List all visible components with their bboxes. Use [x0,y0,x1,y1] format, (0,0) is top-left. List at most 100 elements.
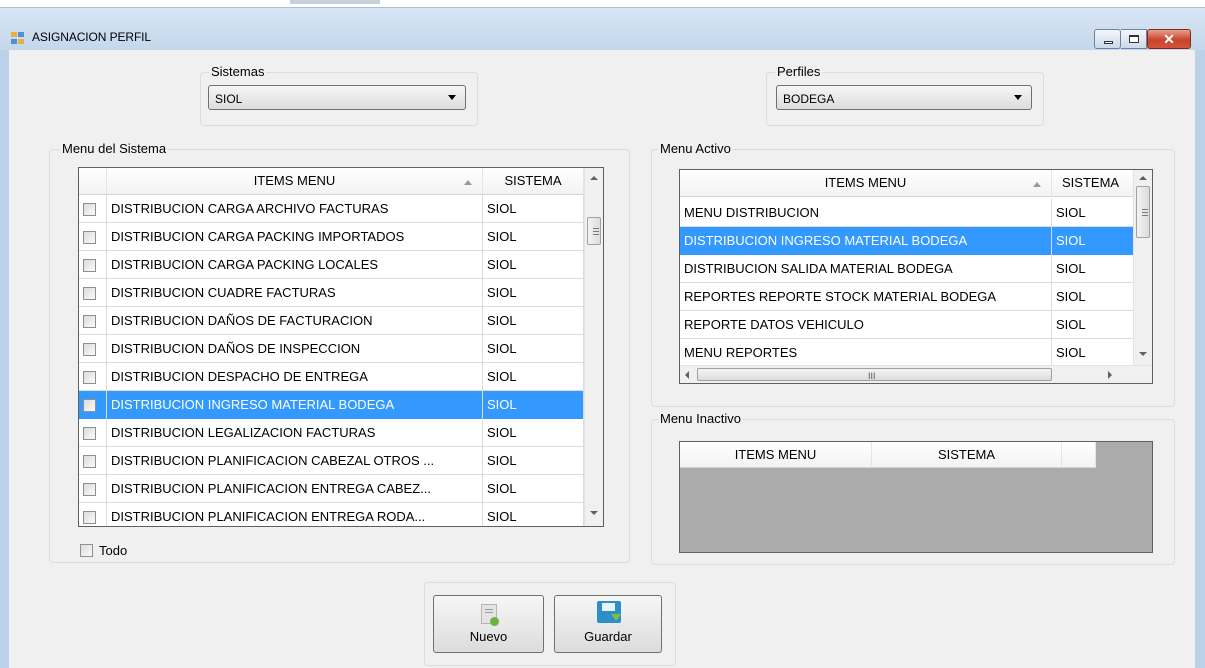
cell-sistema[interactable]: SIOL [483,419,584,447]
column-header-items-menu[interactable]: ITEMS MENU [680,170,1052,197]
row-checkbox[interactable] [83,315,96,328]
row-checkbox-cell[interactable] [79,363,107,391]
row-checkbox[interactable] [83,483,96,496]
scroll-down-icon[interactable] [1139,352,1147,356]
table-row[interactable]: DISTRIBUCION CARGA PACKING IMPORTADOS SIO… [79,223,584,251]
column-header-items-menu[interactable]: ITEMS MENU [107,168,483,195]
column-header-sistema[interactable]: SISTEMA [1052,170,1136,197]
cell-items-menu[interactable]: DISTRIBUCION DAÑOS DE FACTURACION [107,307,483,335]
close-button[interactable]: ✕ [1147,29,1191,49]
todo-label[interactable]: Todo [99,543,127,558]
row-checkbox[interactable] [83,343,96,356]
scroll-down-icon[interactable] [590,511,598,515]
cell-items-menu[interactable]: DISTRIBUCION PLANIFICACION CABEZAL OTROS… [107,447,483,475]
cell-sistema[interactable]: SIOL [483,503,584,526]
row-checkbox-cell[interactable] [79,447,107,475]
cell-sistema[interactable]: SIOL [483,391,584,419]
table-row[interactable]: DISTRIBUCION CARGA PACKING LOCALES SIOL [79,251,584,279]
cell-sistema[interactable]: SIOL [1052,227,1136,255]
row-checkbox-cell[interactable] [79,335,107,363]
cell-sistema[interactable]: SIOL [1052,199,1136,227]
cell-sistema[interactable]: SIOL [483,475,584,503]
menu-activo-grid[interactable]: ITEMS MENU SISTEMA MENU DISTRIBUCION SIOL… [679,169,1153,384]
table-row[interactable]: DISTRIBUCION DAÑOS DE FACTURACION SIOL [79,307,584,335]
row-checkbox-cell[interactable] [79,391,107,419]
cell-items-menu[interactable]: DISTRIBUCION CARGA PACKING LOCALES [107,251,483,279]
cell-sistema[interactable]: SIOL [483,363,584,391]
scroll-up-icon[interactable] [1139,176,1147,180]
cell-items-menu[interactable]: REPORTE DATOS VEHICULO [680,311,1052,339]
nuevo-button[interactable]: Nuevo [433,595,544,653]
cell-items-menu[interactable]: REPORTES REPORTE STOCK MATERIAL BODEGA [680,283,1052,311]
table-row[interactable]: DISTRIBUCION PLANIFICACION CABEZAL OTROS… [79,447,584,475]
cell-items-menu[interactable]: MENU DISTRIBUCION [680,199,1052,227]
maximize-button[interactable] [1121,29,1147,49]
sistemas-combo[interactable]: SIOL [208,85,466,110]
horizontal-scrollbar[interactable]: III [680,365,1152,383]
row-checkbox-cell[interactable] [79,419,107,447]
table-row[interactable]: DISTRIBUCION CUADRE FACTURAS SIOL [79,279,584,307]
table-row[interactable]: DISTRIBUCION CARGA ARCHIVO FACTURAS SIOL [79,195,584,223]
cell-sistema[interactable]: SIOL [483,307,584,335]
column-header-items-menu[interactable]: ITEMS MENU [680,442,872,468]
cell-sistema[interactable]: SIOL [1052,339,1136,367]
guardar-button[interactable]: Guardar [554,595,662,653]
menu-inactivo-grid[interactable]: ITEMS MENU SISTEMA [679,441,1153,553]
row-checkbox-cell[interactable] [79,223,107,251]
cell-sistema[interactable]: SIOL [1052,311,1136,339]
table-row[interactable]: REPORTES REPORTE STOCK MATERIAL BODEGA SI… [680,283,1136,311]
row-checkbox[interactable] [83,287,96,300]
table-row[interactable]: DISTRIBUCION DAÑOS DE INSPECCION SIOL [79,335,584,363]
cell-items-menu[interactable]: DISTRIBUCION PLANIFICACION ENTREGA CABEZ… [107,475,483,503]
column-header-sistema[interactable]: SISTEMA [483,168,584,195]
cell-sistema[interactable]: SIOL [483,195,584,223]
scroll-thumb[interactable] [587,217,601,245]
table-row[interactable]: DISTRIBUCION INGRESO MATERIAL BODEGA SIOL [79,391,584,419]
row-checkbox-cell[interactable] [79,503,107,526]
cell-sistema[interactable]: SIOL [483,279,584,307]
table-row[interactable]: REPORTE DATOS VEHICULO SIOL [680,311,1136,339]
menu-sistema-grid[interactable]: ITEMS MENU SISTEMA DISTRIBUCION CARGA AR… [78,167,604,527]
cell-sistema[interactable]: SIOL [483,223,584,251]
perfiles-combo[interactable]: BODEGA [776,85,1032,110]
row-checkbox[interactable] [83,427,96,440]
table-row[interactable]: DISTRIBUCION LEGALIZACION FACTURAS SIOL [79,419,584,447]
table-row[interactable]: MENU DISTRIBUCION SIOL [680,199,1136,227]
row-checkbox[interactable] [83,259,96,272]
cell-items-menu[interactable]: DISTRIBUCION LEGALIZACION FACTURAS [107,419,483,447]
column-header-sistema[interactable]: SISTEMA [872,442,1062,468]
row-checkbox[interactable] [83,455,96,468]
cell-items-menu[interactable]: DISTRIBUCION INGRESO MATERIAL BODEGA [107,391,483,419]
cell-items-menu[interactable]: DISTRIBUCION CARGA PACKING IMPORTADOS [107,223,483,251]
cell-items-menu[interactable]: DISTRIBUCION CARGA ARCHIVO FACTURAS [107,195,483,223]
table-row[interactable]: DISTRIBUCION SALIDA MATERIAL BODEGA SIOL [680,255,1136,283]
table-row[interactable]: DISTRIBUCION INGRESO MATERIAL BODEGA SIOL [680,227,1136,255]
row-checkbox-cell[interactable] [79,475,107,503]
row-checkbox[interactable] [83,511,96,524]
row-checkbox[interactable] [83,371,96,384]
cell-items-menu[interactable]: DISTRIBUCION SALIDA MATERIAL BODEGA [680,255,1052,283]
row-checkbox-cell[interactable] [79,279,107,307]
minimize-button[interactable] [1094,29,1121,49]
vertical-scrollbar[interactable] [1133,170,1152,366]
cell-sistema[interactable]: SIOL [483,251,584,279]
cell-items-menu[interactable]: DISTRIBUCION PLANIFICACION ENTREGA RODA.… [107,503,483,526]
scroll-right-icon[interactable] [1108,371,1112,379]
scroll-up-icon[interactable] [590,176,598,180]
scroll-thumb[interactable] [1136,186,1150,238]
title-bar[interactable]: ASIGNACION PERFIL ✕ [0,8,1205,50]
scroll-left-icon[interactable] [685,371,689,379]
horizontal-scroll-thumb[interactable]: III [697,368,1052,381]
cell-items-menu[interactable]: DISTRIBUCION DAÑOS DE INSPECCION [107,335,483,363]
row-checkbox[interactable] [83,231,96,244]
row-checkbox-cell[interactable] [79,251,107,279]
vertical-scrollbar[interactable] [584,168,603,526]
row-checkbox[interactable] [83,203,96,216]
row-checkbox-cell[interactable] [79,195,107,223]
cell-sistema[interactable]: SIOL [1052,255,1136,283]
table-row[interactable]: MENU REPORTES SIOL [680,339,1136,367]
cell-sistema[interactable]: SIOL [483,447,584,475]
cell-sistema[interactable]: SIOL [483,335,584,363]
cell-items-menu[interactable]: DISTRIBUCION INGRESO MATERIAL BODEGA [680,227,1052,255]
cell-items-menu[interactable]: MENU REPORTES [680,339,1052,367]
